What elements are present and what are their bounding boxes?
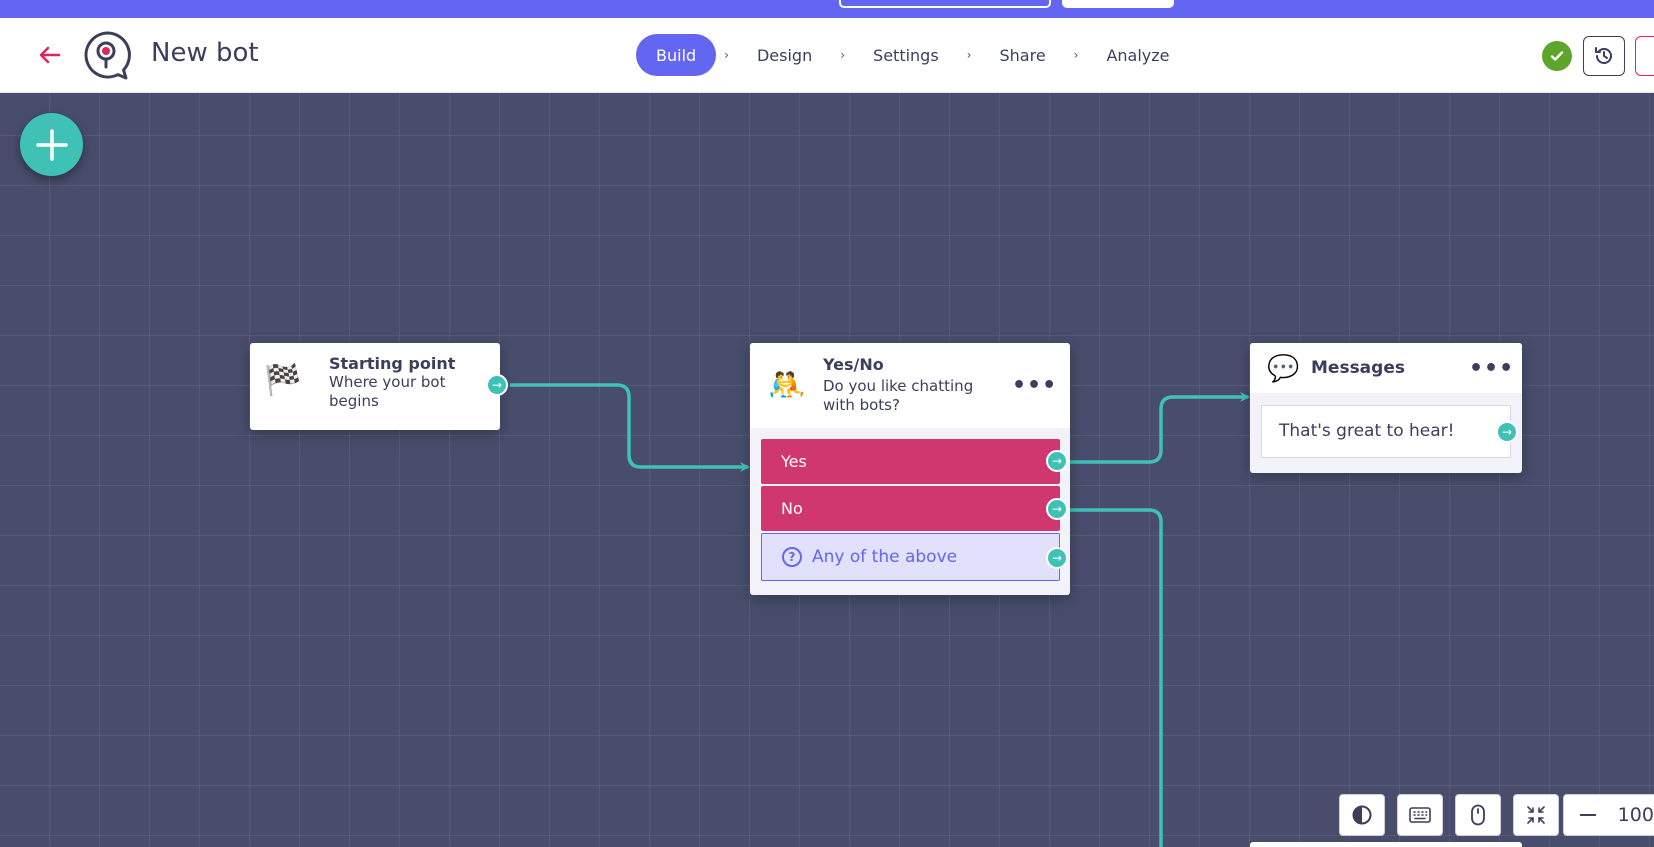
messages-node-header: 💬 Messages ••• [1250, 343, 1522, 393]
choice-yes[interactable]: Yes [761, 439, 1060, 484]
question-circle-icon: ? [782, 547, 802, 567]
yesno-question: Do you like chatting with bots? [823, 377, 974, 414]
bot-name-title[interactable]: New bot [151, 38, 259, 68]
speech-bubble-icon: 💬 [1267, 354, 1300, 384]
fit-view-button[interactable] [1513, 794, 1559, 836]
app-logo[interactable] [82, 30, 134, 82]
choice-any[interactable]: ? Any of the above [761, 533, 1060, 581]
theme-toggle-button[interactable] [1339, 794, 1385, 836]
output-port-icon[interactable]: → [1046, 450, 1068, 472]
contrast-icon [1352, 805, 1372, 825]
tab-design[interactable]: Design [737, 34, 832, 76]
chevron-right-icon: › [966, 48, 972, 62]
edge-start-to-yesno [510, 383, 750, 472]
yesno-node[interactable]: 🤼 Yes/No Do you like chatting with bots?… [750, 343, 1070, 595]
output-port-icon[interactable]: → [1046, 498, 1068, 520]
more-options-icon[interactable]: ••• [1012, 373, 1057, 398]
choice-yes-label: Yes [781, 452, 807, 471]
keyboard-shortcuts-button[interactable] [1397, 794, 1443, 836]
publish-button[interactable] [1635, 36, 1654, 76]
history-button[interactable] [1583, 36, 1625, 76]
tab-analyze[interactable]: Analyze [1086, 34, 1189, 76]
plus-icon [35, 128, 68, 161]
tab-build[interactable]: Build [636, 34, 717, 76]
choice-no[interactable]: No [761, 486, 1060, 531]
banner-solid-button[interactable] [1062, 0, 1174, 8]
choice-any-label: Any of the above [812, 547, 958, 567]
edge-no-to-below [1069, 508, 1163, 847]
top-banner [0, 0, 1654, 18]
keyboard-icon [1409, 807, 1431, 823]
output-port-icon[interactable]: → [1046, 547, 1068, 569]
output-port-icon[interactable]: → [486, 374, 508, 396]
canvas-controls [1339, 794, 1559, 836]
mouse-icon [1471, 804, 1485, 826]
messages-node[interactable]: 💬 Messages ••• That's great to hear! → [1250, 343, 1522, 473]
app-header: New bot Build › Design › Settings › Shar… [0, 18, 1654, 93]
more-options-icon[interactable]: ••• [1469, 356, 1514, 381]
banner-outline-button[interactable] [839, 0, 1051, 8]
check-circle-icon [1542, 41, 1572, 71]
zoom-control: 100% [1563, 794, 1654, 836]
partial-node-below[interactable] [1250, 842, 1522, 847]
message-item[interactable]: That's great to hear! [1261, 405, 1511, 458]
checkered-flag-icon: 🏁 [264, 363, 302, 398]
history-icon [1595, 47, 1612, 64]
chevron-right-icon: › [724, 48, 729, 62]
chevron-right-icon: › [1073, 48, 1079, 62]
chevron-right-icon: › [840, 48, 846, 62]
tab-settings[interactable]: Settings [853, 34, 959, 76]
mouse-mode-button[interactable] [1455, 794, 1501, 836]
yesno-node-title: Yes/No [823, 355, 884, 374]
edge-yes-to-messages [1069, 392, 1250, 464]
yesno-node-header: 🤼 Yes/No Do you like chatting with bots?… [750, 343, 1070, 428]
zoom-level: 100% [1617, 804, 1654, 826]
compress-icon [1527, 806, 1545, 824]
start-node-title: Starting point [329, 354, 456, 373]
start-node[interactable]: 🏁 Starting point Where your bot begins → [250, 343, 508, 430]
flow-canvas[interactable]: 🏁 Starting point Where your bot begins →… [0, 93, 1654, 847]
start-node-subtitle: Where your bot begins [329, 373, 446, 410]
back-arrow-icon[interactable] [36, 44, 64, 66]
choice-no-label: No [781, 499, 803, 518]
wrestlers-icon: 🤼 [768, 368, 806, 403]
zoom-out-icon[interactable] [1580, 814, 1596, 816]
add-block-button[interactable] [20, 113, 83, 176]
output-port-icon[interactable]: → [1496, 421, 1518, 443]
tab-share[interactable]: Share [979, 34, 1065, 76]
step-navigation: Build › Design › Settings › Share › Anal… [636, 34, 1190, 76]
